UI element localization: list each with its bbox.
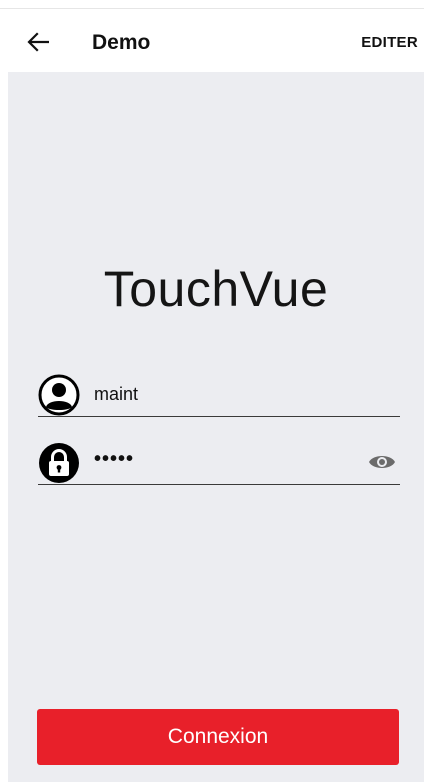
lock-icon xyxy=(39,443,79,483)
back-button[interactable] xyxy=(24,28,52,56)
login-screen: Demo EDITER TouchVue maint ••••• Connexi… xyxy=(0,0,424,782)
arrow-left-icon xyxy=(27,32,49,52)
username-field[interactable]: maint xyxy=(38,372,400,417)
page-title: Demo xyxy=(92,31,151,54)
app-bar: Demo EDITER xyxy=(0,10,424,72)
eye-icon[interactable] xyxy=(368,452,396,472)
password-field[interactable]: ••••• xyxy=(38,440,400,485)
user-circle-icon xyxy=(38,374,80,416)
brand-title: TouchVue xyxy=(103,261,329,317)
username-value: maint xyxy=(94,384,139,404)
login-panel: TouchVue maint ••••• Connexion xyxy=(8,72,424,782)
password-value: ••••• xyxy=(94,448,135,470)
login-button[interactable]: Connexion xyxy=(37,709,399,765)
status-divider xyxy=(0,8,424,9)
edit-button[interactable]: EDITER xyxy=(361,34,418,51)
